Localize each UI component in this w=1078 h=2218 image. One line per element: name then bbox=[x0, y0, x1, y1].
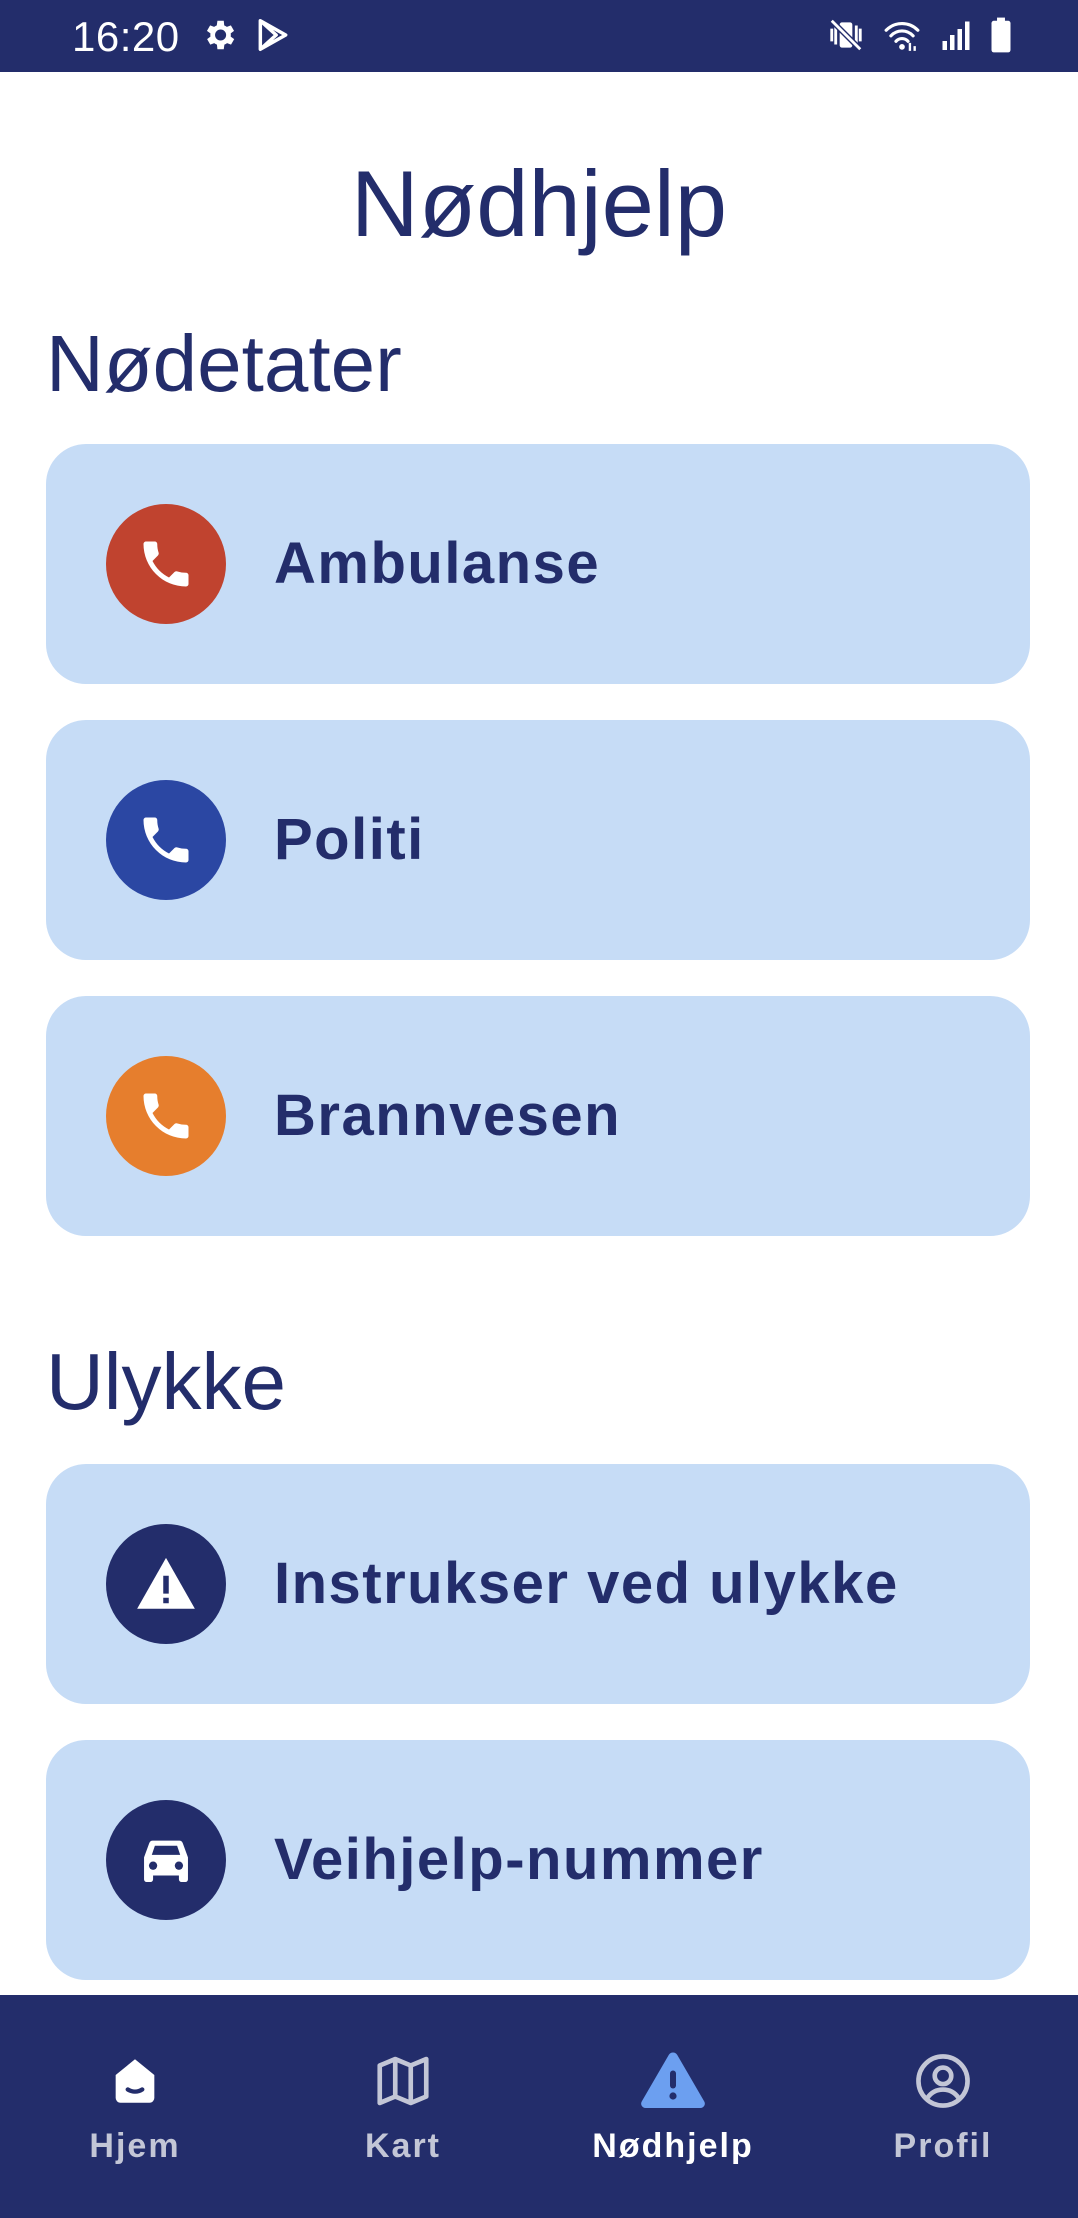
home-icon bbox=[99, 2045, 171, 2117]
signal-icon bbox=[938, 16, 974, 54]
warning-icon bbox=[637, 2045, 709, 2117]
roadside-assistance-label: Veihjelp-nummer bbox=[274, 1827, 764, 1892]
wifi-icon bbox=[880, 16, 924, 54]
accident-instructions-label: Instrukser ved ulykke bbox=[274, 1551, 899, 1616]
fire-department-label: Brannvesen bbox=[274, 1083, 622, 1148]
nav-item-map[interactable]: Kart bbox=[268, 1995, 538, 2218]
nav-item-home[interactable]: Hjem bbox=[0, 1995, 270, 2218]
status-time: 16:20 bbox=[72, 13, 180, 60]
accident-instructions-button[interactable]: Instrukser ved ulykke bbox=[46, 1464, 1030, 1704]
vibrate-off-icon bbox=[826, 16, 866, 54]
play-store-icon bbox=[254, 16, 292, 54]
battery-icon bbox=[988, 16, 1014, 54]
nav-label-map: Kart bbox=[364, 2127, 442, 2165]
status-right-icons bbox=[826, 16, 1014, 54]
phone-icon bbox=[106, 504, 226, 624]
phone-icon bbox=[106, 780, 226, 900]
map-icon bbox=[367, 2045, 439, 2117]
police-label: Politi bbox=[274, 807, 425, 872]
section-title-accident: Ulykke bbox=[46, 1337, 287, 1426]
bottom-nav: Hjem Kart Nødhjelp Profil bbox=[0, 1995, 1078, 2218]
nav-label-home: Hjem bbox=[89, 2127, 181, 2165]
settings-icon bbox=[200, 16, 238, 54]
status-left-icons bbox=[200, 16, 292, 54]
ambulance-label: Ambulanse bbox=[274, 531, 601, 596]
warning-icon bbox=[106, 1524, 226, 1644]
police-call-button[interactable]: Politi bbox=[46, 720, 1030, 960]
fire-department-call-button[interactable]: Brannvesen bbox=[46, 996, 1030, 1236]
phone-icon bbox=[106, 1056, 226, 1176]
nav-item-emergency[interactable]: Nødhjelp bbox=[538, 1995, 808, 2218]
nav-label-profile: Profil bbox=[893, 2127, 993, 2165]
car-icon bbox=[106, 1800, 226, 1920]
roadside-assistance-button[interactable]: Veihjelp-nummer bbox=[46, 1740, 1030, 1980]
nav-label-emergency: Nødhjelp bbox=[592, 2127, 754, 2165]
profile-icon bbox=[907, 2045, 979, 2117]
ambulance-call-button[interactable]: Ambulanse bbox=[46, 444, 1030, 684]
status-bar: 16:20 bbox=[0, 0, 1078, 72]
page-title: Nødhjelp bbox=[350, 151, 728, 256]
section-title-emergency-services: Nødetater bbox=[46, 319, 402, 408]
nav-item-profile[interactable]: Profil bbox=[808, 1995, 1078, 2218]
